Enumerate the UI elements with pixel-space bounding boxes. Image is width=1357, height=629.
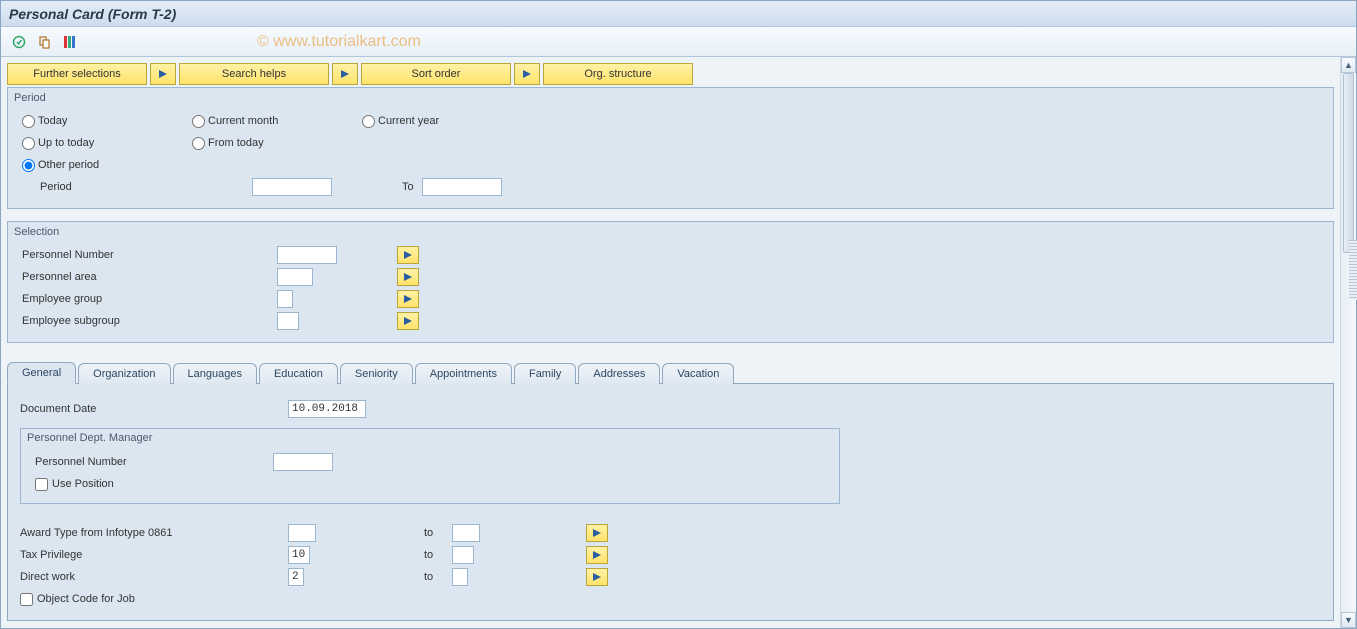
employee-group-label: Employee group	[22, 293, 277, 305]
tax-privilege-to-label: to	[424, 549, 452, 561]
radio-from-today-label: From today	[208, 137, 264, 149]
selection-group: Selection Personnel Number Personnel are…	[7, 221, 1334, 343]
award-type-from-input[interactable]	[288, 524, 316, 542]
tab-seniority[interactable]: Seniority	[340, 363, 413, 384]
vertical-scrollbar[interactable]: ▲ ▼	[1340, 57, 1356, 628]
object-code-checkbox[interactable]: Object Code for Job	[20, 593, 135, 606]
arrow-right-icon	[593, 551, 601, 559]
personnel-area-multi-button[interactable]	[397, 268, 419, 286]
pdm-group-title: Personnel Dept. Manager	[21, 429, 839, 447]
radio-up-to-today-label: Up to today	[38, 137, 94, 149]
content-grip	[1349, 240, 1357, 300]
tab-panel-general: Document Date Personnel Dept. Manager Pe…	[7, 383, 1334, 621]
personnel-area-label: Personnel area	[22, 271, 277, 283]
arrow-right-icon	[341, 70, 349, 78]
radio-current-month[interactable]: Current month	[192, 115, 362, 128]
application-toolbar: © www.tutorialkart.com	[1, 27, 1356, 57]
tax-privilege-multi-button[interactable]	[586, 546, 608, 564]
tab-vacation[interactable]: Vacation	[662, 363, 734, 384]
tab-general[interactable]: General	[7, 362, 76, 384]
selection-group-title: Selection	[12, 226, 1337, 242]
tab-languages[interactable]: Languages	[173, 363, 257, 384]
employee-subgroup-label: Employee subgroup	[22, 315, 277, 327]
main-content: Further selections Search helps Sort ord…	[1, 57, 1340, 628]
award-type-to-input[interactable]	[452, 524, 480, 542]
use-position-label: Use Position	[52, 478, 114, 490]
further-selections-button[interactable]: Further selections	[7, 63, 147, 85]
window-title: Personal Card (Form T-2)	[1, 1, 1356, 27]
personnel-number-label: Personnel Number	[22, 249, 277, 261]
radio-current-year-label: Current year	[378, 115, 439, 127]
employee-subgroup-input[interactable]	[277, 312, 299, 330]
pdm-personnel-number-label: Personnel Number	[35, 456, 273, 468]
arrow-right-icon	[404, 295, 412, 303]
selection-action-row: Further selections Search helps Sort ord…	[7, 63, 1334, 85]
arrow-right-icon	[404, 251, 412, 259]
award-type-label: Award Type from Infotype 0861	[20, 527, 288, 539]
tab-organization[interactable]: Organization	[78, 363, 170, 384]
org-structure-button[interactable]: Org. structure	[543, 63, 693, 85]
personnel-number-input[interactable]	[277, 246, 337, 264]
personnel-number-multi-button[interactable]	[397, 246, 419, 264]
radio-other-period[interactable]: Other period	[22, 159, 192, 172]
personnel-dept-manager-group: Personnel Dept. Manager Personnel Number…	[20, 428, 840, 504]
arrow-right-icon	[593, 529, 601, 537]
watermark-text: © www.tutorialkart.com	[257, 33, 421, 51]
radio-today-label: Today	[38, 115, 67, 127]
tax-privilege-label: Tax Privilege	[20, 549, 288, 561]
sort-order-arrow-button[interactable]	[332, 63, 358, 85]
radio-from-today[interactable]: From today	[192, 137, 362, 150]
direct-work-from-input[interactable]	[288, 568, 304, 586]
award-type-to-label: to	[424, 527, 452, 539]
scroll-up-button[interactable]: ▲	[1341, 57, 1356, 73]
arrow-right-icon	[404, 273, 412, 281]
direct-work-multi-button[interactable]	[586, 568, 608, 586]
radio-current-month-label: Current month	[208, 115, 278, 127]
scroll-down-button[interactable]: ▼	[1341, 612, 1356, 628]
scroll-thumb[interactable]	[1343, 73, 1354, 253]
direct-work-to-label: to	[424, 571, 452, 583]
search-helps-arrow-button[interactable]	[150, 63, 176, 85]
object-code-label: Object Code for Job	[37, 593, 135, 605]
radio-today[interactable]: Today	[22, 115, 192, 128]
employee-subgroup-multi-button[interactable]	[397, 312, 419, 330]
employee-group-input[interactable]	[277, 290, 293, 308]
radio-current-year[interactable]: Current year	[362, 115, 532, 128]
tab-family[interactable]: Family	[514, 363, 576, 384]
arrow-right-icon	[593, 573, 601, 581]
tab-education[interactable]: Education	[259, 363, 338, 384]
award-type-multi-button[interactable]	[586, 524, 608, 542]
radio-up-to-today[interactable]: Up to today	[22, 137, 192, 150]
arrow-right-icon	[523, 70, 531, 78]
arrow-right-icon	[159, 70, 167, 78]
period-group: Period Today Current month Current year …	[7, 87, 1334, 209]
use-position-checkbox[interactable]: Use Position	[35, 478, 114, 491]
tax-privilege-from-input[interactable]	[288, 546, 310, 564]
pdm-personnel-number-input[interactable]	[273, 453, 333, 471]
direct-work-label: Direct work	[20, 571, 288, 583]
tab-bar: General Organization Languages Education…	[7, 361, 1334, 383]
employee-group-multi-button[interactable]	[397, 290, 419, 308]
execute-icon[interactable]	[9, 33, 29, 51]
period-from-input[interactable]	[252, 178, 332, 196]
period-group-title: Period	[12, 92, 1337, 108]
document-date-input[interactable]	[288, 400, 366, 418]
period-to-label: To	[402, 181, 414, 193]
sort-order-button[interactable]: Sort order	[361, 63, 511, 85]
period-to-input[interactable]	[422, 178, 502, 196]
org-structure-arrow-button[interactable]	[514, 63, 540, 85]
variant-get-icon[interactable]	[35, 33, 55, 51]
tab-addresses[interactable]: Addresses	[578, 363, 660, 384]
tab-appointments[interactable]: Appointments	[415, 363, 512, 384]
document-date-label: Document Date	[20, 403, 288, 415]
arrow-right-icon	[404, 317, 412, 325]
period-label: Period	[40, 181, 252, 193]
radio-other-period-label: Other period	[38, 159, 99, 171]
color-legend-icon[interactable]	[61, 33, 81, 51]
personnel-area-input[interactable]	[277, 268, 313, 286]
tax-privilege-to-input[interactable]	[452, 546, 474, 564]
search-helps-button[interactable]: Search helps	[179, 63, 329, 85]
direct-work-to-input[interactable]	[452, 568, 468, 586]
